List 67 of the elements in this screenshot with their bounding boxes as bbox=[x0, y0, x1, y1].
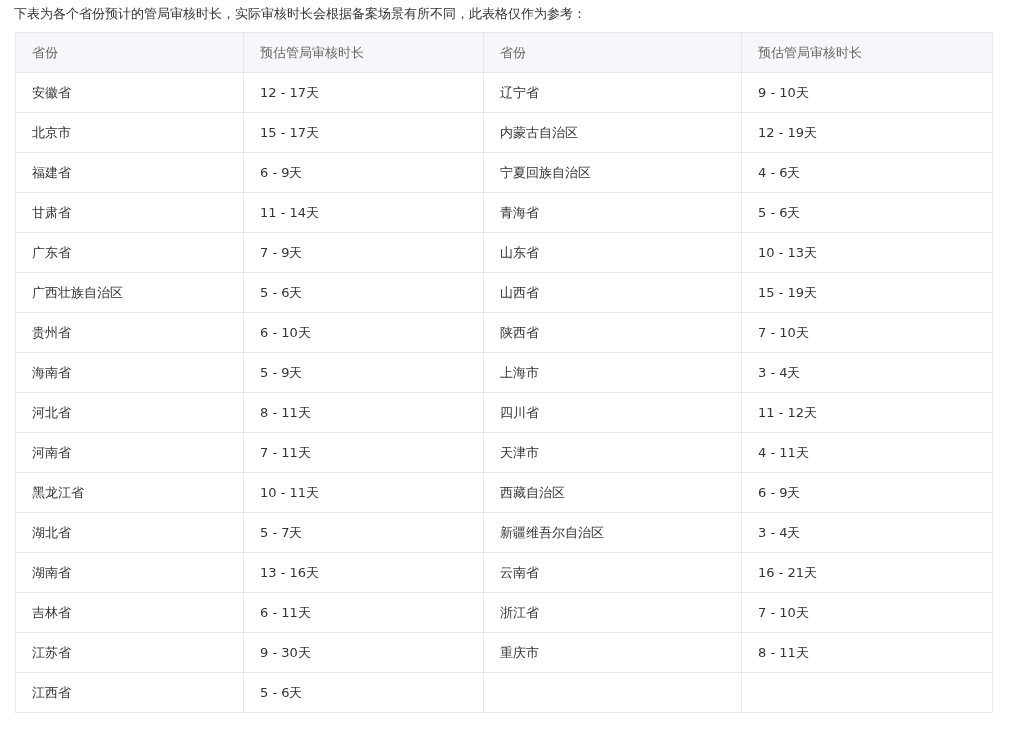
intro-text: 下表为各个省份预计的管局审核时长，实际审核时长会根据备案场景有所不同，此表格仅作为参考： bbox=[13, 5, 587, 23]
table-cell: 5 - 6天 bbox=[741, 192, 993, 233]
table-cell: 7 - 10天 bbox=[741, 312, 993, 353]
column-header: 省份 bbox=[483, 32, 742, 73]
table-cell: 3 - 4天 bbox=[741, 512, 993, 553]
table-cell: 15 - 17天 bbox=[243, 112, 484, 153]
table-cell: 6 - 11天 bbox=[243, 592, 484, 633]
table-cell: 江苏省 bbox=[15, 632, 244, 673]
table-cell: 5 - 9天 bbox=[243, 352, 484, 393]
table-cell: 宁夏回族自治区 bbox=[483, 152, 742, 193]
table-cell: 重庆市 bbox=[483, 632, 742, 673]
table-cell: 15 - 19天 bbox=[741, 272, 993, 313]
table-cell: 福建省 bbox=[15, 152, 244, 193]
table-cell: 6 - 10天 bbox=[243, 312, 484, 353]
table-cell: 5 - 6天 bbox=[243, 272, 484, 313]
table-cell: 河北省 bbox=[15, 392, 244, 433]
table-cell: 7 - 11天 bbox=[243, 432, 484, 473]
table-cell: 10 - 11天 bbox=[243, 472, 484, 513]
table-cell: 江西省 bbox=[15, 672, 244, 713]
table-cell: 青海省 bbox=[483, 192, 742, 233]
table-cell: 河南省 bbox=[15, 432, 244, 473]
table-cell: 湖北省 bbox=[15, 512, 244, 553]
table-cell: 4 - 6天 bbox=[741, 152, 993, 193]
table-cell: 浙江省 bbox=[483, 592, 742, 633]
column-header: 预估管局审核时长 bbox=[243, 32, 484, 73]
table-cell: 6 - 9天 bbox=[243, 152, 484, 193]
table-cell: 上海市 bbox=[483, 352, 742, 393]
table-cell: 12 - 17天 bbox=[243, 72, 484, 113]
table-cell: 山东省 bbox=[483, 232, 742, 273]
table-cell: 9 - 30天 bbox=[243, 632, 484, 673]
table-cell: 西藏自治区 bbox=[483, 472, 742, 513]
table-cell: 8 - 11天 bbox=[243, 392, 484, 433]
table-cell: 11 - 12天 bbox=[741, 392, 993, 433]
table-cell: 湖南省 bbox=[15, 552, 244, 593]
table-cell: 广东省 bbox=[15, 232, 244, 273]
table-cell: 新疆维吾尔自治区 bbox=[483, 512, 742, 553]
table-cell: 8 - 11天 bbox=[741, 632, 993, 673]
column-header: 预估管局审核时长 bbox=[741, 32, 993, 73]
table-cell: 天津市 bbox=[483, 432, 742, 473]
table-cell: 吉林省 bbox=[15, 592, 244, 633]
table-cell: 7 - 10天 bbox=[741, 592, 993, 633]
table-cell: 5 - 7天 bbox=[243, 512, 484, 553]
column-header: 省份 bbox=[15, 32, 244, 73]
table-cell: 云南省 bbox=[483, 552, 742, 593]
table-cell: 甘肃省 bbox=[15, 192, 244, 233]
table-cell: 安徽省 bbox=[15, 72, 244, 113]
table-cell: 贵州省 bbox=[15, 312, 244, 353]
table-cell: 黑龙江省 bbox=[15, 472, 244, 513]
table-cell: 山西省 bbox=[483, 272, 742, 313]
table-cell: 北京市 bbox=[15, 112, 244, 153]
table-cell: 广西壮族自治区 bbox=[15, 272, 244, 313]
table-cell: 4 - 11天 bbox=[741, 432, 993, 473]
table-cell: 陕西省 bbox=[483, 312, 742, 353]
table-cell: 16 - 21天 bbox=[741, 552, 993, 593]
table-cell: 6 - 9天 bbox=[741, 472, 993, 513]
table-cell: 5 - 6天 bbox=[243, 672, 484, 713]
table-cell: 9 - 10天 bbox=[741, 72, 993, 113]
table-cell: 11 - 14天 bbox=[243, 192, 484, 233]
table-cell: 12 - 19天 bbox=[741, 112, 993, 153]
table-cell: 13 - 16天 bbox=[243, 552, 484, 593]
table-cell: 10 - 13天 bbox=[741, 232, 993, 273]
table-cell: 内蒙古自治区 bbox=[483, 112, 742, 153]
table-cell: 3 - 4天 bbox=[741, 352, 993, 393]
table-cell: 海南省 bbox=[15, 352, 244, 393]
table-cell: 辽宁省 bbox=[483, 72, 742, 113]
table-cell: 四川省 bbox=[483, 392, 742, 433]
table-cell: 7 - 9天 bbox=[243, 232, 484, 273]
